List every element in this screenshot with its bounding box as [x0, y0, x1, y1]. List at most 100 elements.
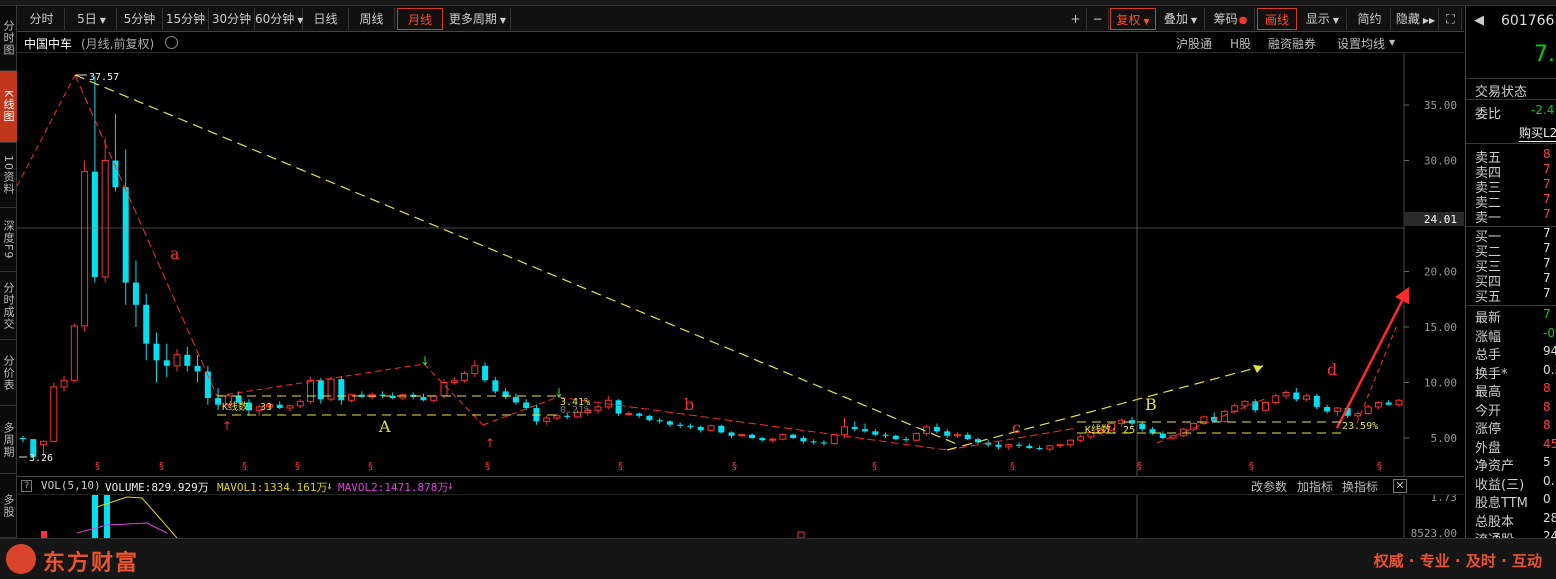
link-h-share[interactable]: H股 — [1230, 35, 1251, 52]
nav-multi-stock[interactable]: 多股 — [0, 474, 17, 538]
period-button-15min[interactable]: 15分钟 — [163, 8, 209, 30]
period-button-daily[interactable]: 日线 — [303, 8, 349, 30]
settings-gear-icon[interactable] — [165, 36, 178, 49]
buy-l2-button[interactable]: 购买L2 — [1519, 124, 1556, 142]
candle-body — [523, 402, 530, 409]
brand-logo-text: 东方财富 — [43, 551, 140, 576]
event-marker-icon[interactable]: § — [485, 461, 490, 472]
wave-label-A: A — [378, 417, 391, 436]
link-hugutong[interactable]: 沪股通 — [1176, 35, 1212, 52]
zoom-in-button[interactable]: + — [1065, 8, 1087, 30]
nav-price-table[interactable]: 分价表 — [0, 340, 17, 406]
candle-body — [779, 434, 787, 440]
event-marker-icon[interactable]: § — [1377, 461, 1382, 472]
change-indicator-button[interactable]: 换指标 — [1342, 478, 1378, 495]
divider — [1466, 99, 1556, 100]
stats-label: 涨停 — [1475, 422, 1502, 437]
add-indicator-button[interactable]: 加指标 — [1297, 478, 1333, 495]
fullscreen-button[interactable]: ⛶ — [1440, 8, 1462, 30]
candle-body — [615, 400, 622, 414]
candle-body — [646, 415, 653, 421]
candle-body — [718, 425, 725, 433]
candle-body — [1303, 395, 1311, 400]
period-button-60min[interactable]: 60分钟 ▼ — [255, 8, 303, 30]
nav-depth[interactable]: 深度F9 — [0, 208, 17, 272]
overlay-button[interactable]: 叠加 ▼ — [1157, 8, 1205, 30]
trend-up-line-B — [946, 365, 1264, 451]
back-arrow-icon[interactable]: ◀ — [1474, 13, 1484, 28]
help-icon[interactable]: ? — [21, 480, 33, 492]
chips-button[interactable]: 筹码● — [1207, 8, 1255, 30]
stats-label: 流通股 — [1475, 529, 1514, 538]
period-button-more[interactable]: 更多周期 ▼ — [445, 8, 511, 30]
simple-button[interactable]: 简约 — [1349, 8, 1391, 30]
chevron-down-icon: ▼ — [1190, 16, 1198, 25]
event-marker-icon[interactable]: § — [242, 461, 247, 472]
candle-body — [81, 171, 89, 327]
period-button-5day[interactable]: 5日 ▼ — [67, 8, 117, 30]
period-button-weekly[interactable]: 周线 — [349, 8, 395, 30]
event-marker-icon[interactable]: § — [1137, 461, 1142, 472]
link-margin[interactable]: 融资融券 — [1268, 35, 1316, 52]
asks-value: 7 — [1543, 207, 1551, 221]
candle-body — [70, 325, 78, 381]
nav-f10[interactable]: 10资料 — [0, 143, 17, 208]
vol-axis-top: 1.73 — [1431, 495, 1458, 504]
volume-chart[interactable]: 1.73 8523.00 — [17, 495, 1464, 538]
edit-params-button[interactable]: 改参数 — [1251, 478, 1287, 495]
asks-label: 卖一 — [1475, 211, 1502, 226]
period-button-fenshi[interactable]: 分时 — [19, 8, 65, 30]
event-marker-icon[interactable]: § — [618, 461, 623, 472]
event-marker-icon[interactable]: § — [159, 461, 164, 472]
nav-trades[interactable]: 分时成交 — [0, 272, 17, 340]
candle-body — [759, 438, 766, 441]
event-marker-icon[interactable]: § — [732, 461, 737, 472]
draw-line-button[interactable]: 画线 — [1257, 8, 1297, 30]
period-button-5min[interactable]: 5分钟 — [117, 8, 163, 30]
arrow-up-icon: ↑ — [485, 436, 495, 450]
vol-axis-bottom: 8523.00 — [1411, 527, 1457, 538]
event-marker-icon[interactable]: § — [872, 461, 877, 472]
candle-body — [553, 415, 561, 419]
candle-body — [1262, 401, 1270, 411]
candle-body — [594, 406, 602, 411]
kline-chart[interactable]: 5.0010.0015.0020.0025.0030.0035.00 24.01… — [17, 53, 1464, 476]
period-button-monthly[interactable]: 月线 — [397, 8, 443, 30]
event-marker-icon[interactable]: § — [95, 461, 100, 472]
wave-label-d: d — [1327, 360, 1337, 379]
event-marker-icon[interactable]: § — [1010, 461, 1015, 472]
period-button-30min[interactable]: 30分钟 — [209, 8, 255, 30]
fuquan-button[interactable]: 复权 ▼ — [1110, 8, 1156, 30]
candle-body — [1364, 406, 1372, 415]
candle-body — [1354, 413, 1362, 417]
chevron-down-icon: ▼ — [499, 16, 507, 25]
candle-body — [1159, 433, 1166, 438]
wave-label-b: b — [684, 395, 694, 414]
close-icon[interactable]: ✕ — [1393, 479, 1407, 493]
display-button[interactable]: 显示 ▼ — [1299, 8, 1347, 30]
candle-body — [1005, 444, 1013, 448]
stats-label: 今开 — [1475, 403, 1502, 419]
nav-fenshitu[interactable]: 分时图 — [0, 6, 17, 71]
candle-body — [1313, 395, 1320, 407]
zoom-out-button[interactable]: − — [1087, 8, 1109, 30]
price-tick-label: 15.00 — [1424, 321, 1457, 334]
hide-button[interactable]: 隐藏 ▶▶ — [1393, 8, 1439, 30]
event-marker-icon[interactable]: § — [1249, 461, 1254, 472]
candle-body — [112, 160, 119, 188]
candle-body — [512, 396, 519, 403]
event-marker-icon[interactable]: § — [295, 461, 300, 472]
vol-bar — [41, 531, 47, 538]
candle-body — [1077, 436, 1085, 441]
link-set-ma[interactable]: 设置均线 — [1337, 35, 1385, 52]
candle-body — [933, 426, 940, 432]
nav-kxiantu[interactable]: K线图 — [0, 71, 17, 143]
candle-body — [944, 431, 951, 436]
candle-body — [1252, 401, 1259, 411]
event-marker-icon[interactable]: § — [368, 461, 373, 472]
candle-body — [872, 431, 879, 435]
candle-body — [1324, 406, 1331, 412]
candle-body — [995, 444, 1002, 447]
divider — [1466, 143, 1556, 144]
nav-multi-period[interactable]: 多周期 — [0, 406, 17, 474]
